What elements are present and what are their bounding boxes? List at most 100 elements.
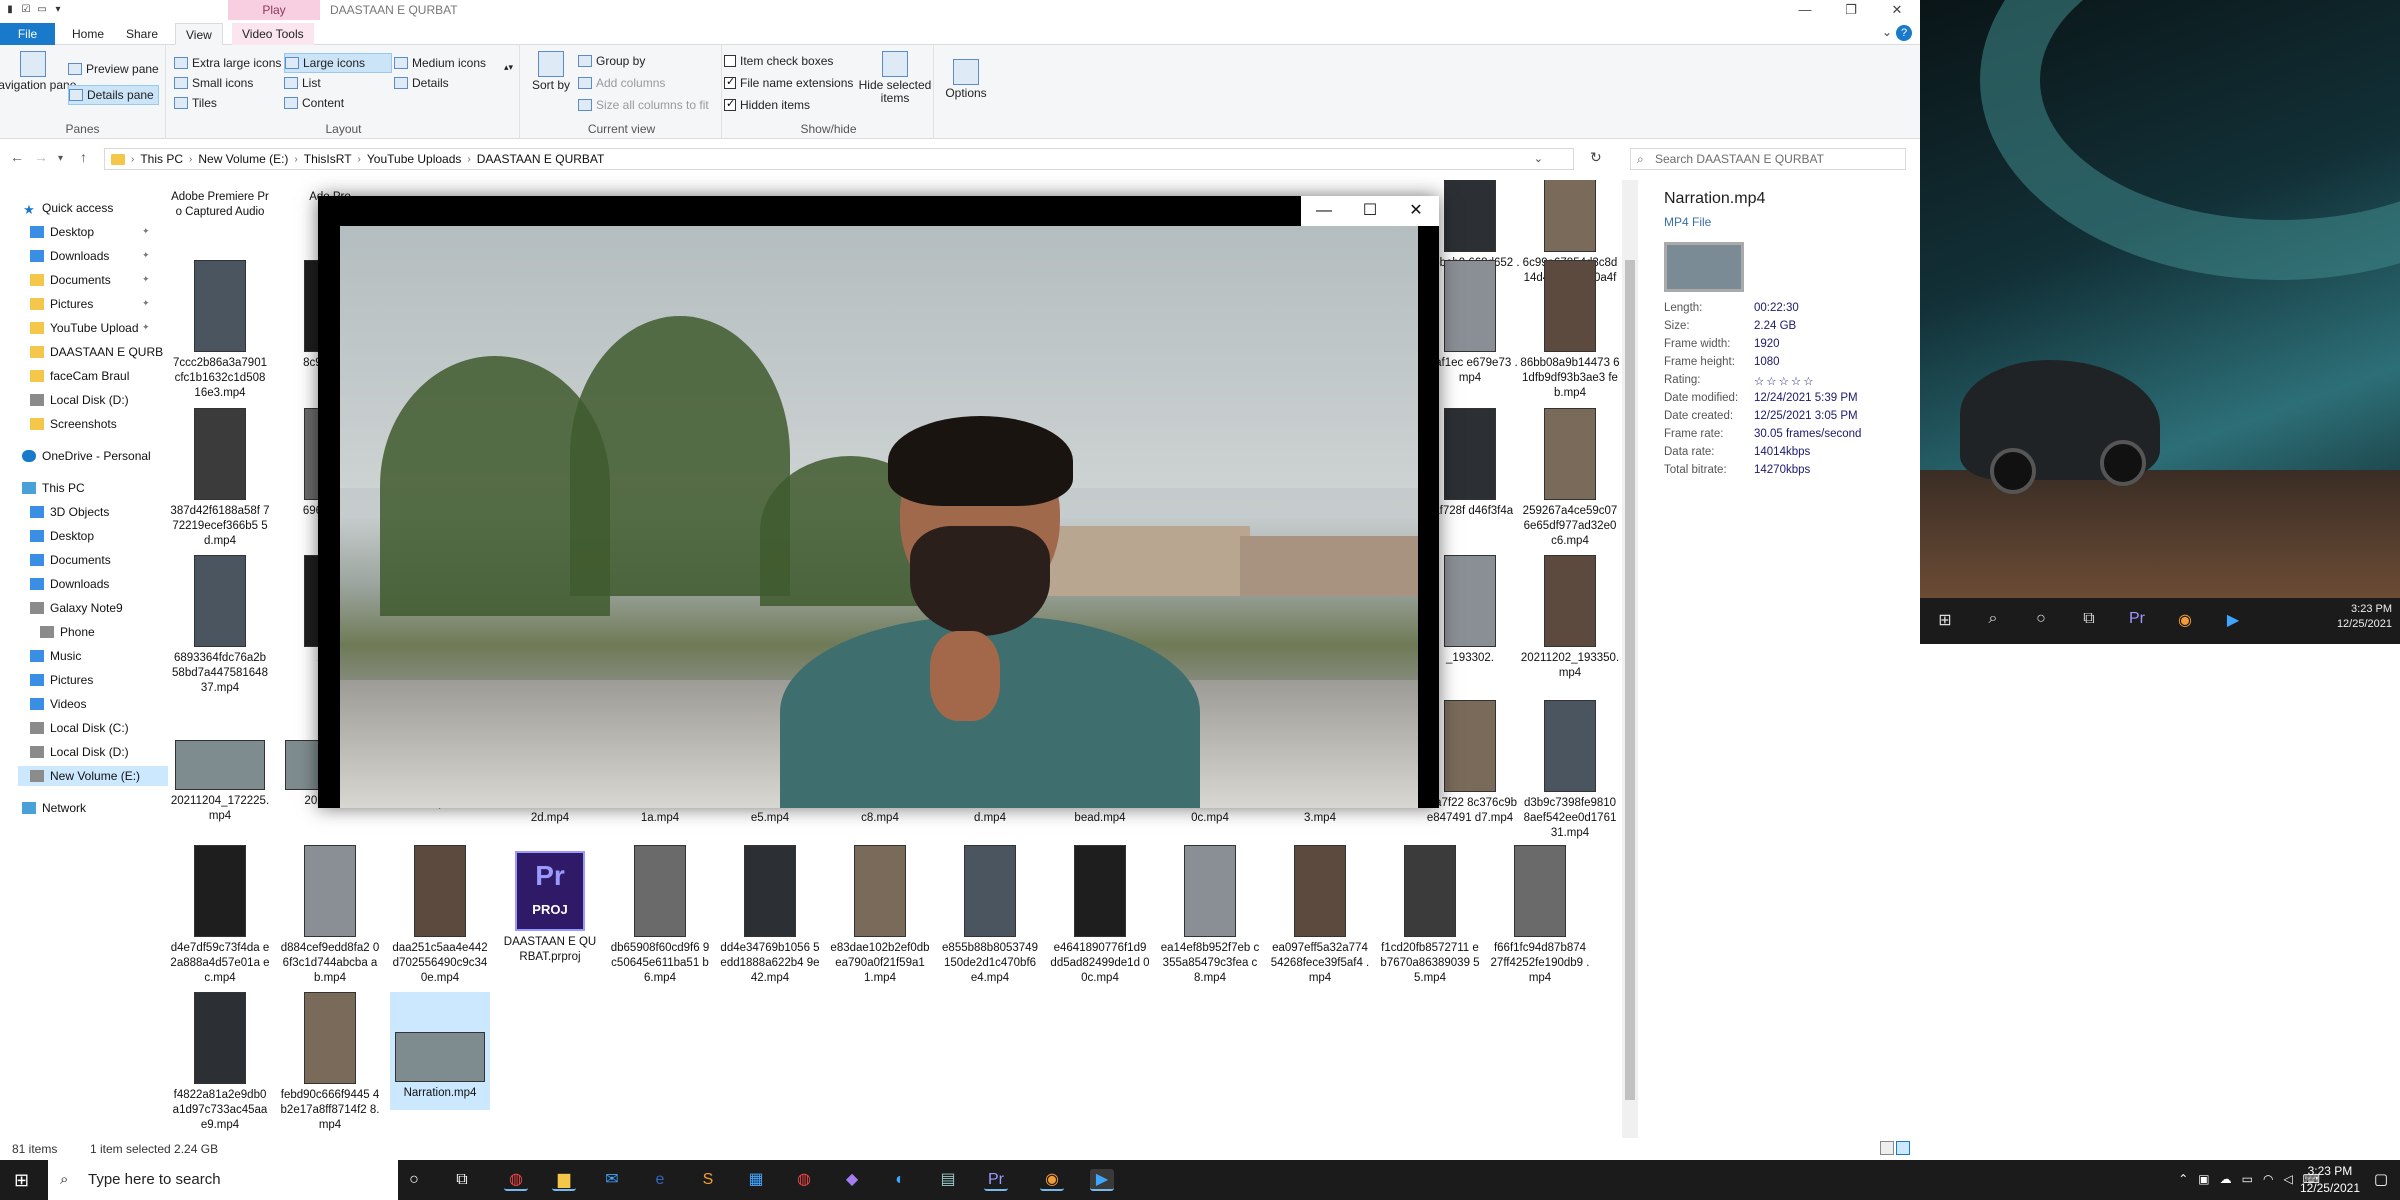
- chrome-alt-icon[interactable]: ◍: [792, 1169, 816, 1191]
- file-item[interactable]: 20211204_172225. mp4: [170, 700, 270, 824]
- back-arrow-icon[interactable]: ←: [10, 149, 24, 165]
- details-pane-button[interactable]: Details pane: [68, 85, 159, 105]
- item-check-boxes-checkbox[interactable]: [724, 55, 736, 67]
- extra-large-icons-button[interactable]: Extra large icons: [174, 53, 281, 73]
- show-hidden-icons-icon[interactable]: ⌃: [2178, 1172, 2188, 1186]
- wifi-icon[interactable]: ◠: [2263, 1172, 2273, 1186]
- nav-network[interactable]: Network: [22, 798, 86, 818]
- forward-arrow-icon[interactable]: →: [34, 149, 48, 165]
- nav-quick-item[interactable]: DAASTAAN E QURB: [30, 342, 163, 362]
- media-player-icon[interactable]: ◉: [2174, 610, 2196, 630]
- properties-icon[interactable]: ☑: [20, 3, 32, 16]
- cortana-icon[interactable]: ○: [402, 1169, 426, 1191]
- visual-studio-icon[interactable]: ◆: [840, 1169, 864, 1191]
- file-item[interactable]: f1cd20fb8572711 eb7670a86389039 55.mp4: [1380, 845, 1480, 986]
- file-explorer-icon[interactable]: ▆: [552, 1169, 576, 1191]
- player-minimize-button[interactable]: —: [1301, 196, 1347, 226]
- media-player-icon[interactable]: ◉: [1040, 1169, 1064, 1191]
- task-view-icon[interactable]: ⧉: [2078, 610, 2100, 628]
- tab-home[interactable]: Home: [62, 23, 114, 45]
- file-name-extensions-toggle[interactable]: File name extensions: [724, 73, 853, 93]
- file-item[interactable]: febd90c666f9445 4b2e17a8ff8714f2 8.mp4: [280, 992, 380, 1133]
- hidden-items-toggle[interactable]: Hidden items: [724, 95, 810, 115]
- up-arrow-icon[interactable]: ↑: [80, 149, 87, 165]
- nav-quick-access[interactable]: ★ Quick access: [22, 198, 113, 218]
- premiere-icon[interactable]: Pr: [2126, 610, 2148, 628]
- file-item[interactable]: e83dae102b2ef0db ea790a0f21f59a1 1.mp4: [830, 845, 930, 986]
- breadcrumb-current-folder[interactable]: DAASTAAN E QURBAT: [477, 152, 605, 166]
- start-icon[interactable]: ⊞: [14, 1170, 29, 1191]
- video-player-icon[interactable]: ▶: [2222, 610, 2244, 630]
- file-name-extensions-checkbox[interactable]: [724, 75, 736, 89]
- nav-pc-item[interactable]: 3D Objects: [30, 502, 109, 522]
- file-item[interactable]: d4e7df59c73f4da e2a888a4d57e01a ec.mp4: [170, 845, 270, 986]
- options-button[interactable]: Options: [944, 59, 988, 100]
- file-item[interactable]: d884cef9edd8fa2 06f3c1d744abcba ab.mp4: [280, 845, 380, 986]
- new-folder-icon[interactable]: ▭: [36, 3, 48, 16]
- nav-pc-item[interactable]: New Volume (E:): [18, 766, 168, 786]
- file-item[interactable]: f4822a81a2e9db0 a1d97c733ac45aa e9.mp4: [170, 992, 270, 1133]
- refresh-icon[interactable]: ↻: [1590, 149, 1602, 166]
- address-dropdown-icon[interactable]: ⌄: [1534, 152, 1543, 165]
- nav-pc-item[interactable]: Local Disk (C:): [30, 718, 129, 738]
- search-icon[interactable]: ⌕: [1982, 610, 2004, 628]
- nav-quick-item[interactable]: YouTube Upload: [30, 318, 139, 338]
- cortana-icon[interactable]: ○: [2030, 610, 2052, 628]
- file-item[interactable]: ea14ef8b952f7eb c355a85479c3fea c8.mp4: [1160, 845, 1260, 986]
- file-item[interactable]: Adobe Premiere Pro Captured Audio: [170, 190, 270, 220]
- play-context-tab[interactable]: Play: [228, 0, 320, 20]
- small-icons-button[interactable]: Small icons: [174, 73, 253, 93]
- edge-icon[interactable]: e: [648, 1169, 672, 1191]
- close-button[interactable]: ✕: [1874, 0, 1920, 20]
- video-player-icon[interactable]: ▶: [1090, 1169, 1114, 1191]
- nav-pc-item[interactable]: Videos: [30, 694, 86, 714]
- file-item[interactable]: 86bb08a9b14473 61dfb9df93b3ae3 feb.mp4: [1520, 260, 1620, 401]
- nav-pc-item[interactable]: Local Disk (D:): [30, 742, 129, 762]
- content-view-button[interactable]: Content: [284, 93, 344, 113]
- network-icon[interactable]: ▭: [2242, 1172, 2253, 1186]
- maximize-button[interactable]: ❐: [1828, 0, 1874, 20]
- nav-quick-item[interactable]: Desktop: [30, 222, 94, 242]
- breadcrumb-this-pc[interactable]: This PC: [140, 152, 183, 166]
- customize-dropdown-icon[interactable]: ▾: [52, 3, 64, 16]
- navigation-pane-button[interactable]: Navigation pane: [0, 51, 76, 92]
- hidden-items-checkbox[interactable]: [724, 97, 736, 111]
- search-input[interactable]: ⌕ Search DAASTAAN E QURBAT: [1630, 148, 1906, 170]
- property-value[interactable]: ☆☆☆☆☆: [1754, 374, 1816, 392]
- tab-view[interactable]: View: [175, 23, 223, 45]
- details-view-icon[interactable]: [1880, 1141, 1894, 1155]
- nav-pc-item[interactable]: Galaxy Note9: [30, 598, 123, 618]
- help-icon[interactable]: ?: [1896, 25, 1912, 41]
- tiles-view-button[interactable]: Tiles: [174, 93, 217, 113]
- onedrive-icon[interactable]: ☁: [2220, 1172, 2232, 1186]
- large-icons-view-icon[interactable]: [1896, 1141, 1910, 1155]
- nav-pc-item[interactable]: Music: [30, 646, 81, 666]
- tab-video-tools[interactable]: Video Tools: [232, 23, 314, 45]
- secondary-clock[interactable]: 3:23 PM 12/25/2021: [2337, 602, 2392, 632]
- file-item[interactable]: ea097eff5a32a774 54268fece39f5af4 .mp4: [1270, 845, 1370, 986]
- add-columns-button[interactable]: Add columns: [578, 73, 665, 93]
- devices-icon[interactable]: ▣: [2198, 1172, 2209, 1186]
- size-all-columns-button[interactable]: Size all columns to fit: [578, 95, 709, 115]
- taskbar-clock[interactable]: 3:23 PM 12/25/2021: [2300, 1163, 2360, 1197]
- minimize-button[interactable]: —: [1782, 0, 1828, 20]
- file-item[interactable]: e4641890776f1d9 dd5ad82499de1d 00c.mp4: [1050, 845, 1150, 986]
- file-item[interactable]: 20211202_193350. mp4: [1520, 555, 1620, 681]
- nav-quick-item[interactable]: Documents: [30, 270, 111, 290]
- preview-pane-button[interactable]: Preview pane: [68, 59, 159, 79]
- nav-quick-item[interactable]: faceCam Braul: [30, 366, 129, 386]
- breadcrumb-new-volume[interactable]: New Volume (E:): [198, 152, 288, 166]
- player-maximize-button[interactable]: ☐: [1347, 196, 1393, 226]
- details-view-button[interactable]: Details: [394, 73, 449, 93]
- tab-share[interactable]: Share: [116, 23, 168, 45]
- store-icon[interactable]: ▦: [744, 1169, 768, 1191]
- premiere-icon[interactable]: Pr: [984, 1169, 1008, 1191]
- sublime-icon[interactable]: S: [696, 1169, 720, 1191]
- nav-quick-item[interactable]: Screenshots: [30, 414, 117, 434]
- nav-this-pc[interactable]: This PC: [22, 478, 85, 498]
- address-bar[interactable]: › This PC › New Volume (E:) › ThisIsRT ›…: [104, 148, 1574, 170]
- recent-locations-icon[interactable]: ▾: [58, 153, 63, 164]
- taskbar-search-box[interactable]: ⌕ Type here to search: [48, 1160, 398, 1200]
- nav-pc-item[interactable]: Downloads: [30, 574, 109, 594]
- file-list-scrollbar[interactable]: [1622, 180, 1638, 1140]
